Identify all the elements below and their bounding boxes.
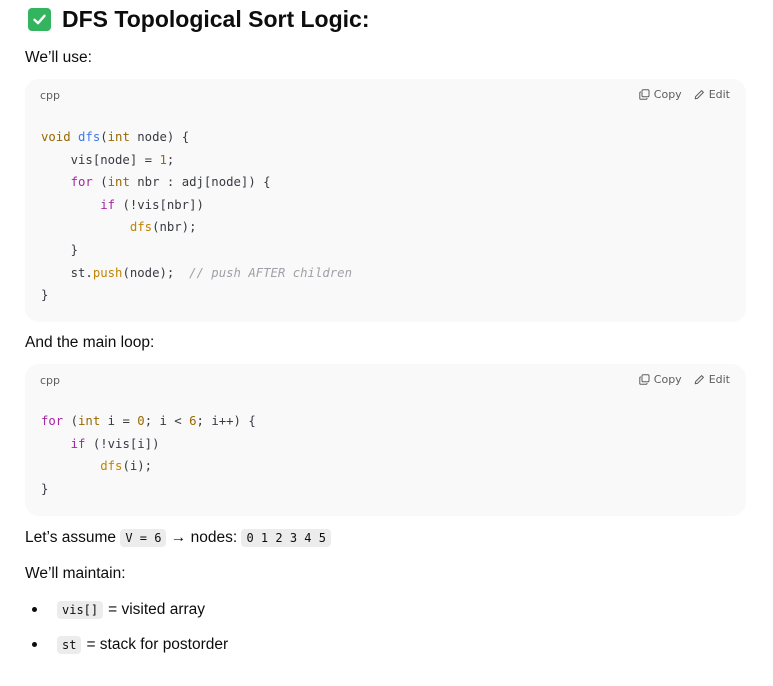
code-line: if (!vis[i]) <box>70 436 160 451</box>
heading-text: DFS Topological Sort Logic: <box>62 5 370 32</box>
check-mark-icon <box>28 7 51 31</box>
list-item: vis[] = visited array <box>30 592 228 627</box>
assume-middle: → nodes: <box>170 529 238 546</box>
code-line: } <box>41 288 49 303</box>
code-content: void dfs(int node) { vis[node] = 1; for … <box>41 126 352 307</box>
code-line: for (int i = 0; i < 6; i++) { <box>41 414 256 428</box>
code-language-label: cpp <box>40 374 61 387</box>
copy-icon <box>639 89 650 100</box>
inline-code-vis: vis[] <box>57 600 104 619</box>
code-line: } <box>41 242 79 257</box>
edit-label: Edit <box>708 373 730 386</box>
code-line: } <box>41 481 49 496</box>
edit-label: Edit <box>708 88 730 101</box>
bullet-dot <box>32 607 37 612</box>
copy-button[interactable]: Copy <box>639 88 682 101</box>
intro-text: We’ll use: <box>25 49 92 66</box>
code-actions: Copy Edit <box>639 373 730 386</box>
code-language-label: cpp <box>40 89 61 102</box>
section-heading: DFS Topological Sort Logic: <box>28 4 370 34</box>
bullet-dot <box>32 642 37 647</box>
assume-text: Let’s assume V = 6 → nodes: 0 1 2 3 4 5 <box>25 529 331 547</box>
code-content: for (int i = 0; i < 6; i++) { if (!vis[i… <box>41 410 256 500</box>
code-line: vis[node] = 1; <box>41 152 175 167</box>
code-block-dfs: cpp Copy Edit void dfs(int node) { vis[n… <box>25 79 746 322</box>
inline-code-v: V = 6 <box>120 529 167 547</box>
edit-button[interactable]: Edit <box>694 88 730 101</box>
code-line: if (!vis[nbr]) <box>100 197 204 212</box>
copy-button[interactable]: Copy <box>639 373 682 386</box>
list-item: st = stack for postorder <box>30 627 228 662</box>
code-line: void dfs(int node) { <box>41 130 190 144</box>
code-line: dfs(nbr); <box>129 220 197 235</box>
code-line: for (int nbr : adj[node]) { <box>70 175 271 190</box>
copy-label: Copy <box>653 373 682 386</box>
inline-code-st: st <box>57 635 82 654</box>
pencil-icon <box>694 90 704 100</box>
inline-code-nodes: 0 1 2 3 4 5 <box>241 529 331 547</box>
bullet-text: = stack for postorder <box>86 635 229 653</box>
code-line: st.push(node); // push AFTER children <box>41 265 352 280</box>
maintain-text: We’ll maintain: <box>25 565 126 582</box>
code-block-main-loop: cpp Copy Edit for (int i = 0; i < 6; i++… <box>25 364 746 516</box>
edit-button[interactable]: Edit <box>694 373 730 386</box>
bullet-list: vis[] = visited array st = stack for pos… <box>30 592 228 662</box>
copy-label: Copy <box>653 88 682 101</box>
copy-icon <box>639 374 650 385</box>
main-loop-text: And the main loop: <box>25 334 155 351</box>
code-actions: Copy Edit <box>639 88 730 101</box>
code-line: dfs(i); <box>100 459 153 474</box>
bullet-text: = visited array <box>108 600 206 618</box>
pencil-icon <box>694 375 704 385</box>
assume-prefix: Let’s assume <box>25 529 117 546</box>
